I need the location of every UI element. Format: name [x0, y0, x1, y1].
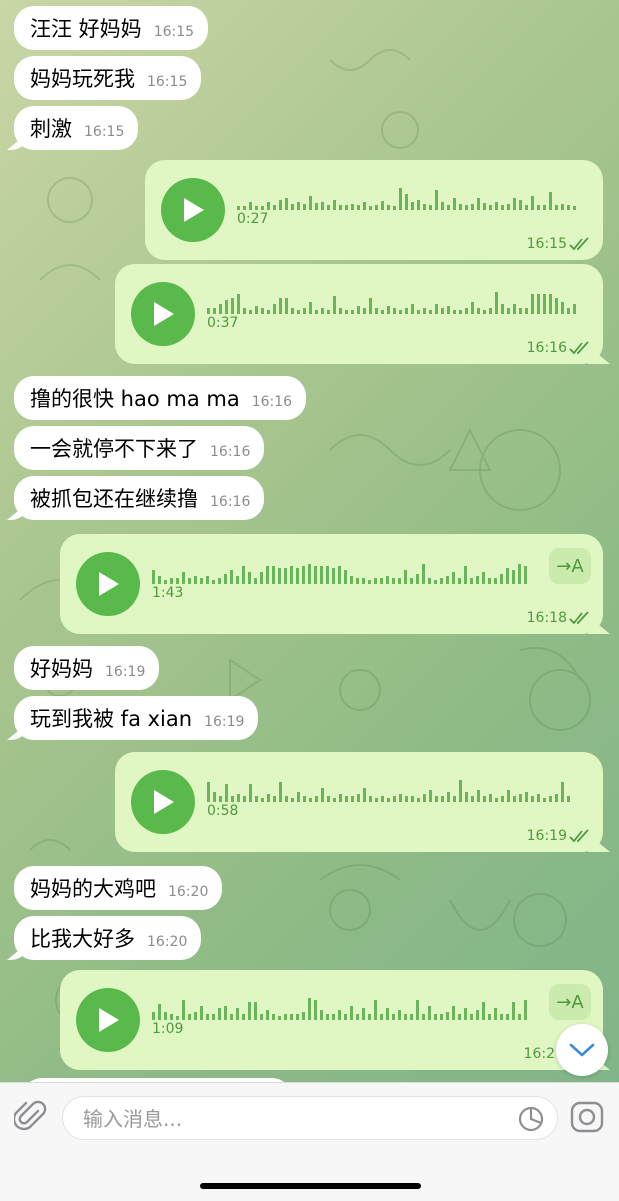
paperclip-icon[interactable] — [14, 1099, 48, 1133]
message-status: 16:18 — [527, 610, 591, 626]
message-status: 16:16 — [527, 340, 591, 356]
double-check-icon — [569, 829, 589, 843]
play-icon — [154, 302, 174, 326]
play-button[interactable] — [131, 282, 195, 346]
play-icon — [99, 1008, 119, 1032]
message-text: 好妈妈 — [30, 657, 93, 681]
message-text: 被抓包还在继续撸 — [30, 487, 198, 511]
message-input[interactable] — [81, 1097, 505, 1141]
message-time: 16:16 — [526, 340, 567, 356]
message-time: 16:20 — [168, 884, 209, 900]
message-time: 16:19 — [204, 714, 245, 730]
message-time: 16:15 — [526, 236, 567, 252]
incoming-message[interactable]: 妈妈的大鸡吧 16:20 — [14, 866, 223, 910]
play-button[interactable] — [76, 552, 140, 616]
transcribe-button[interactable]: →A — [549, 548, 591, 584]
transcribe-icon: →A — [556, 991, 584, 1013]
voice-message[interactable]: 1:09 →A 16:2 — [60, 970, 603, 1070]
play-button[interactable] — [161, 178, 225, 242]
message-time: 16:20 — [147, 934, 188, 950]
waveform — [207, 292, 576, 314]
message-status: 16:15 — [527, 236, 591, 252]
incoming-message[interactable]: 妈妈玩死我 16:15 — [14, 56, 202, 100]
double-check-icon — [569, 341, 589, 355]
message-text: 一会就停不下来了 — [30, 437, 198, 461]
play-button[interactable] — [76, 988, 140, 1052]
voice-message[interactable]: 0:58 16:19 — [115, 752, 603, 852]
play-button[interactable] — [131, 770, 195, 834]
incoming-message[interactable]: 好妈妈 16:19 — [14, 646, 160, 690]
voice-message[interactable]: 0:37 16:16 — [115, 264, 603, 364]
voice-duration: 0:37 — [207, 315, 239, 331]
sticker-icon[interactable] — [517, 1105, 545, 1133]
message-text: 妈妈玩死我 — [30, 67, 135, 91]
voice-duration: 0:58 — [207, 803, 239, 819]
double-check-icon — [569, 611, 589, 625]
waveform — [152, 564, 527, 584]
message-time: 16:18 — [526, 610, 567, 626]
message-time: 16:16 — [251, 394, 293, 410]
message-time: 16:15 — [84, 124, 125, 140]
double-check-icon — [569, 237, 589, 251]
message-time: 16:16 — [210, 494, 251, 510]
voice-message[interactable]: 0:27 16:15 — [145, 160, 603, 260]
message-text: 玩到我被 fa xian — [30, 707, 193, 731]
message-text: 汪汪 好妈妈 — [30, 17, 142, 41]
waveform — [207, 780, 570, 802]
play-icon — [99, 572, 119, 596]
message-status: 16:19 — [527, 828, 591, 844]
message-list[interactable]: 汪汪 好妈妈 16:15 妈妈玩死我 16:15 刺激 16:15 0:27 1… — [0, 0, 619, 1098]
message-time: 16:19 — [526, 828, 567, 844]
incoming-message[interactable]: 玩到我被 fa xian 16:19 — [14, 696, 259, 740]
play-icon — [154, 790, 174, 814]
play-icon — [184, 198, 204, 222]
message-text: 妈妈的大鸡吧 — [30, 877, 156, 901]
incoming-message[interactable]: 汪汪 好妈妈 16:15 — [14, 6, 209, 50]
chevron-down-icon — [569, 1043, 595, 1057]
home-indicator — [200, 1183, 421, 1189]
incoming-message[interactable]: 刺激 16:15 — [14, 106, 139, 150]
transcribe-button[interactable]: →A — [549, 984, 591, 1020]
message-time: 16:19 — [105, 664, 146, 680]
message-text: 撸的很快 hao ma ma — [30, 387, 240, 411]
incoming-message[interactable]: 比我大好多 16:20 — [14, 916, 202, 960]
message-time: 16:15 — [153, 24, 195, 40]
voice-duration: 1:43 — [152, 585, 184, 601]
voice-message[interactable]: 1:43 →A 16:18 — [60, 534, 603, 634]
incoming-message[interactable]: 被抓包还在继续撸 16:16 — [14, 476, 265, 520]
message-time: 16:15 — [147, 74, 188, 90]
message-input-container — [62, 1096, 558, 1141]
message-input-bar — [0, 1082, 619, 1201]
voice-duration: 0:27 — [237, 211, 269, 227]
incoming-message[interactable]: 撸的很快 hao ma ma 16:16 — [14, 376, 307, 420]
message-time: 16:16 — [210, 444, 251, 460]
message-status: 16:2 — [524, 1046, 555, 1062]
message-text: 刺激 — [30, 117, 72, 141]
message-time: 16:2 — [523, 1046, 555, 1062]
waveform — [152, 998, 527, 1020]
incoming-message[interactable]: 一会就停不下来了 16:16 — [14, 426, 265, 470]
scroll-down-button[interactable] — [556, 1024, 608, 1076]
voice-duration: 1:09 — [152, 1021, 184, 1037]
transcribe-icon: →A — [556, 555, 584, 577]
message-text: 比我大好多 — [30, 927, 135, 951]
camera-icon[interactable] — [570, 1100, 604, 1134]
waveform — [237, 188, 576, 210]
